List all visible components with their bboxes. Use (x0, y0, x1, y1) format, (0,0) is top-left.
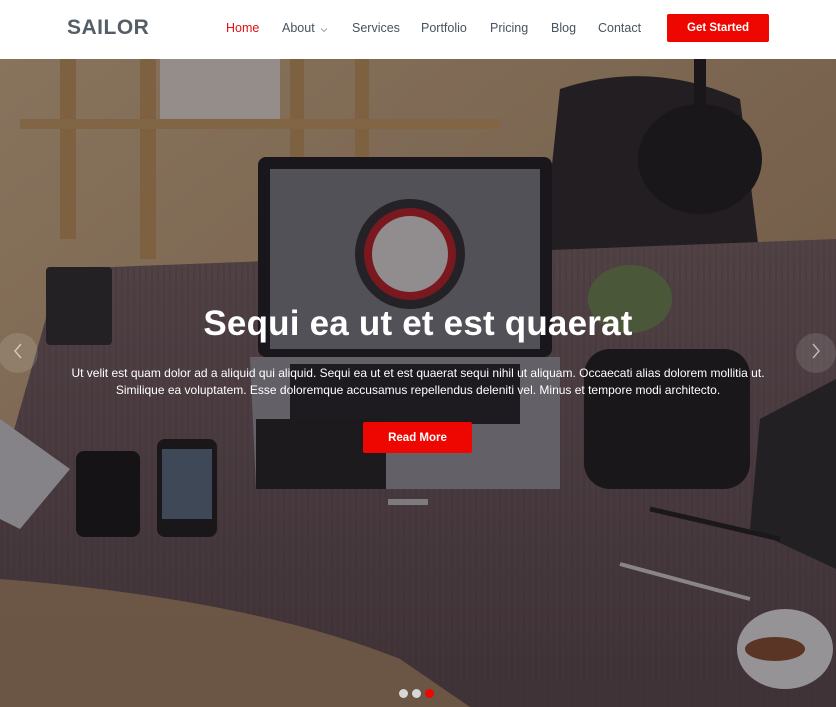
nav-home[interactable]: Home (226, 21, 259, 35)
carousel-indicators (399, 689, 434, 698)
chevron-right-icon (811, 343, 821, 364)
nav-portfolio[interactable]: Portfolio (421, 21, 467, 35)
hero-title: Sequi ea ut et est quaerat (203, 304, 633, 343)
chevron-left-icon (13, 343, 23, 364)
nav-about-label: About (282, 21, 315, 35)
carousel-dot[interactable] (412, 689, 421, 698)
nav-pricing[interactable]: Pricing (490, 21, 528, 35)
carousel-dot[interactable] (399, 689, 408, 698)
hero-description: Ut velit est quam dolor ad a aliquid qui… (71, 366, 765, 397)
hero-carousel: Sequi ea ut et est quaerat Ut velit est … (0, 59, 836, 707)
nav-services[interactable]: Services (352, 21, 400, 35)
nav-blog[interactable]: Blog (551, 21, 576, 35)
carousel-next-button[interactable] (796, 333, 836, 373)
nav-contact[interactable]: Contact (598, 21, 641, 35)
chevron-down-icon (320, 22, 328, 36)
get-started-button[interactable]: Get Started (667, 14, 769, 42)
read-more-button[interactable]: Read More (363, 422, 472, 453)
carousel-dot-active[interactable] (425, 689, 434, 698)
site-header: SAILOR Home About Services Portfolio Pri… (0, 0, 836, 59)
logo[interactable]: SAILOR (67, 16, 149, 40)
nav-about[interactable]: About (282, 21, 328, 36)
